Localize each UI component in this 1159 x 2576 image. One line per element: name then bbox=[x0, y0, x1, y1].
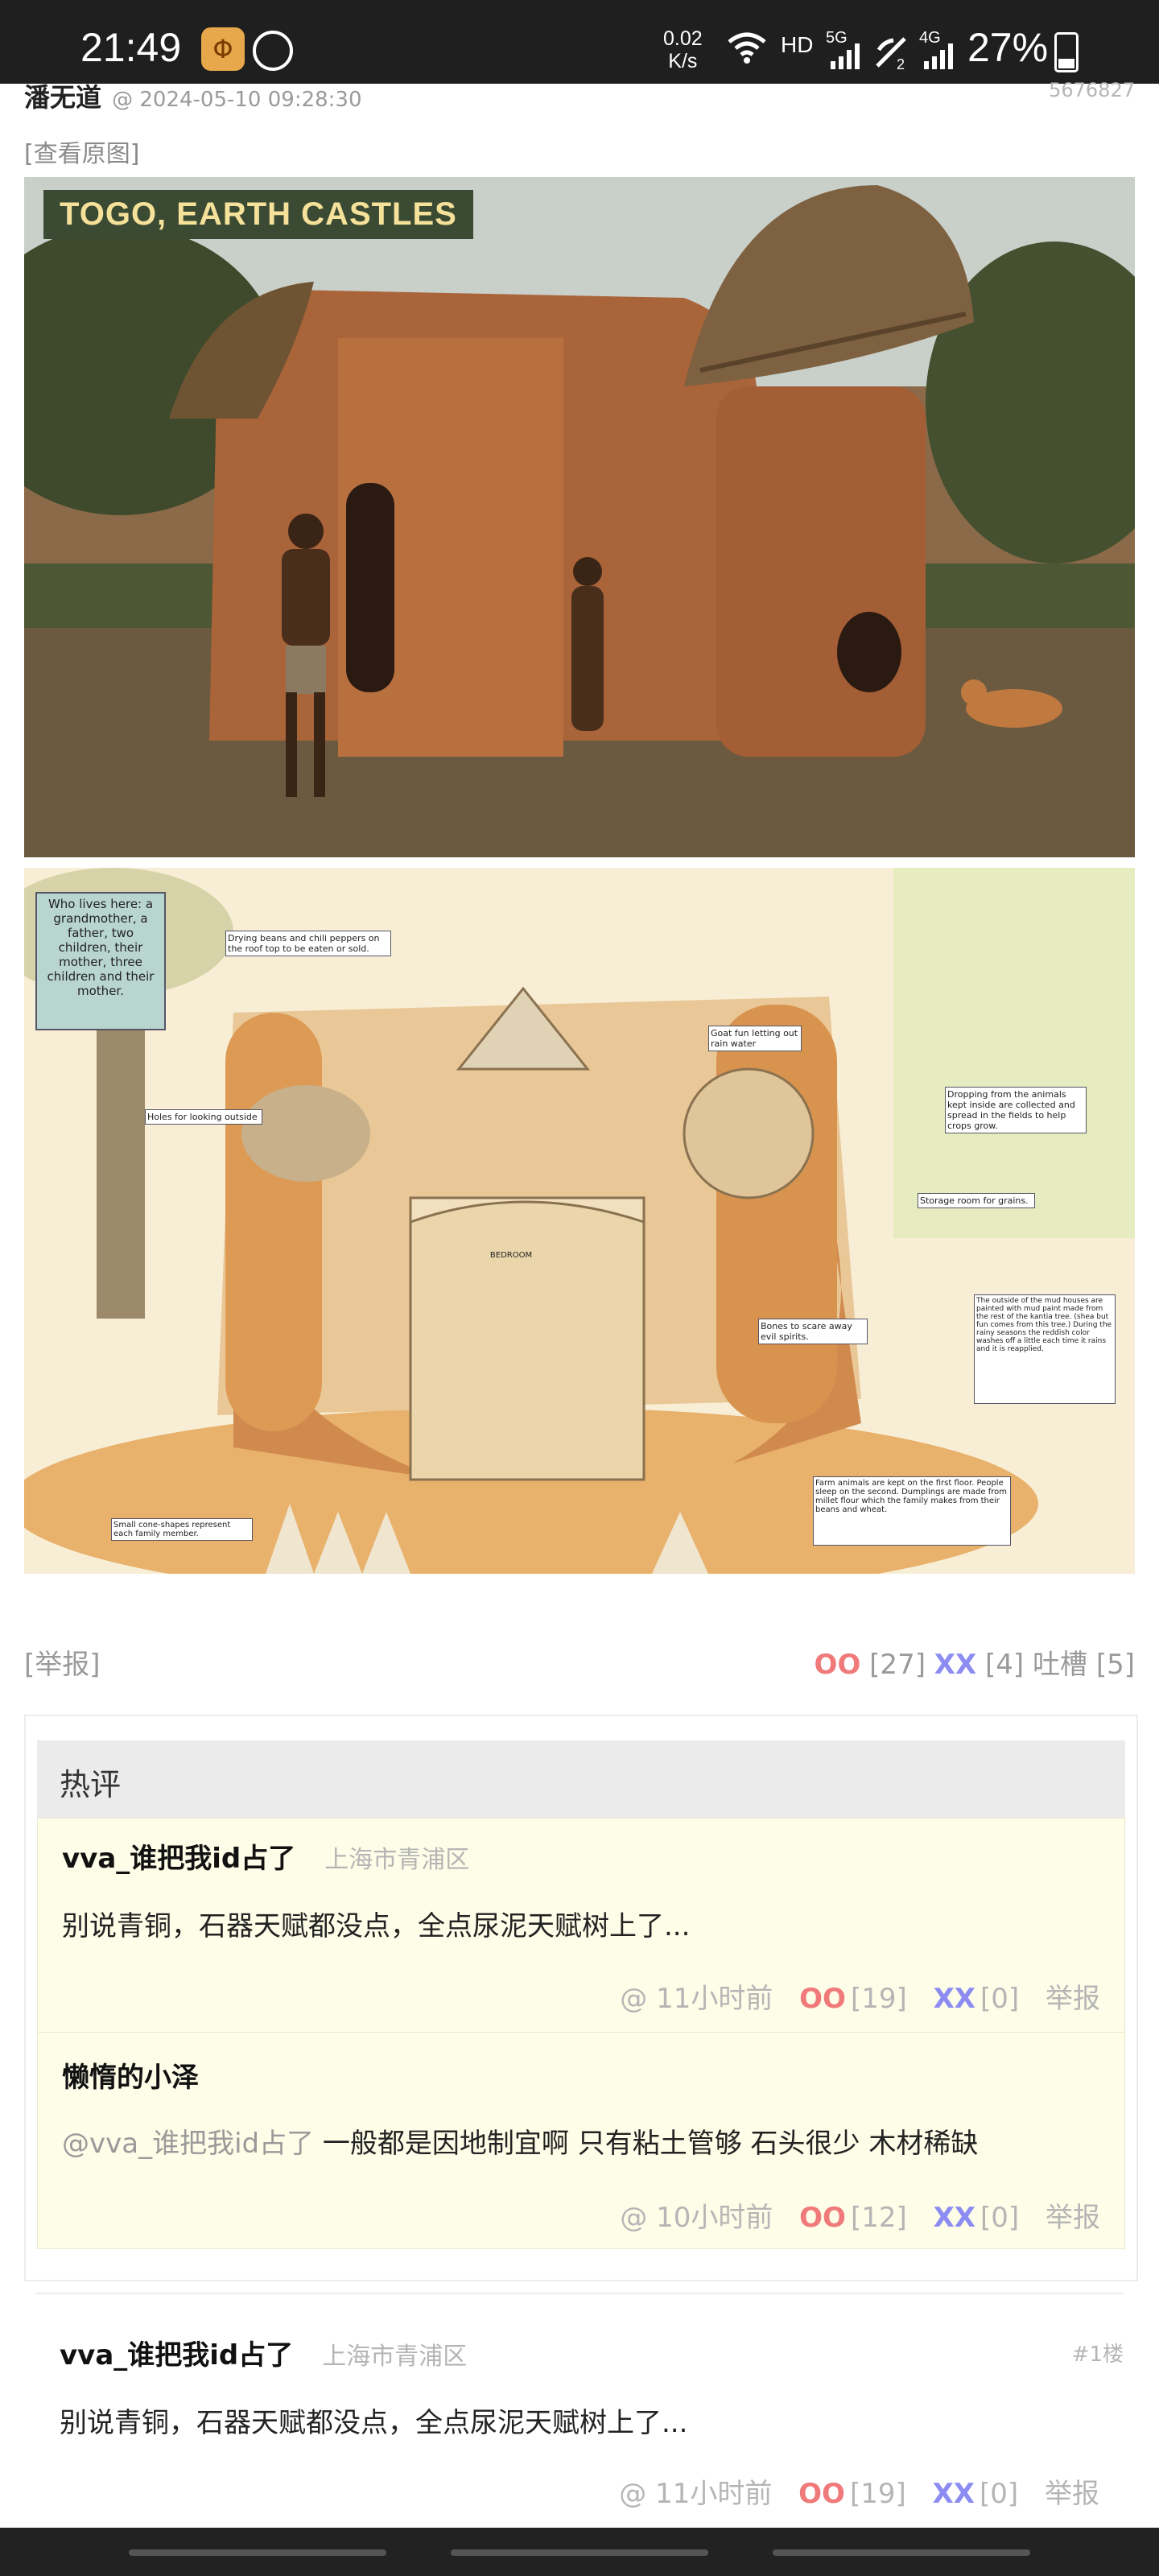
oo-count: [19] bbox=[849, 2478, 906, 2510]
comment-author[interactable]: 懒惰的小泽 bbox=[62, 2055, 199, 2095]
status-bar: 21:49 Φ 0.02 K/s HD 5G 2 4G 27% bbox=[0, 0, 1159, 84]
view-original-link[interactable]: [查看原图] bbox=[24, 134, 139, 169]
comment-text: 一般都是因地制宜啊 只有粘土管够 石头很少 木材稀缺 bbox=[322, 2128, 979, 2160]
report-link[interactable]: [举报] bbox=[24, 1642, 101, 1682]
status-time: 21:49 bbox=[80, 25, 182, 70]
comment-time: @ 11小时前 bbox=[620, 1983, 773, 2015]
oo-count: [27] bbox=[869, 1649, 926, 1681]
network-speed: 0.02 K/s bbox=[663, 27, 703, 72]
comment-location: 上海市青浦区 bbox=[322, 2343, 468, 2371]
castle-cutaway-illustration bbox=[24, 868, 1135, 1574]
note-farm: Farm animals are kept on the first floor… bbox=[813, 1476, 1011, 1546]
xx-button[interactable]: XX bbox=[933, 2478, 975, 2510]
hot-comments-box: 热评 vva_谁把我id占了 上海市青浦区 别说青铜，石器天赋都没点，全点尿泥天赋… bbox=[24, 1715, 1138, 2281]
tucao-count: [5] bbox=[1095, 1649, 1135, 1681]
photo-caption-label: TOGO, EARTH CASTLES bbox=[43, 190, 473, 239]
oo-button[interactable]: OO bbox=[798, 2478, 845, 2510]
post-id: 5676827 bbox=[1049, 79, 1135, 101]
nav-recents-button[interactable] bbox=[129, 2549, 386, 2556]
note-drying: Drying beans and chili peppers on the ro… bbox=[225, 931, 391, 956]
steering-wheel-icon bbox=[253, 31, 293, 71]
oo-count: [12] bbox=[850, 2202, 907, 2234]
comment: vva_谁把我id占了 上海市青浦区 #1楼 别说青铜，石器天赋都没点，全点尿泥天… bbox=[35, 2318, 1124, 2512]
post-illustration[interactable]: Who lives here: a grandmother, a father,… bbox=[24, 868, 1135, 1574]
wifi-icon bbox=[728, 32, 766, 64]
hot-comments-title: 热评 bbox=[60, 1767, 122, 1802]
post-action-row: [举报] OO [27] XX [4] 吐槽 [5] bbox=[24, 1642, 1135, 1682]
comment-text: 别说青铜，石器天赋都没点，全点尿泥天赋树上了... bbox=[60, 2407, 688, 2439]
comment-time: @ 11小时前 bbox=[619, 2478, 773, 2510]
post-header: 潘无道 @ 2024-05-10 09:28:30 5676827 bbox=[24, 77, 1135, 114]
section-divider bbox=[35, 2293, 1124, 2294]
comment-location: 上海市青浦区 bbox=[324, 1846, 470, 1874]
signal-4g-icon bbox=[924, 43, 953, 69]
oo-count: [19] bbox=[850, 1983, 907, 2015]
nav-home-button[interactable] bbox=[451, 2549, 708, 2556]
hot-comment: 懒惰的小泽 @vva_谁把我id占了 一般都是因地制宜啊 只有粘土管够 石头很少… bbox=[37, 2032, 1125, 2249]
comment-meta: @ 10小时前 OO [12] XX [0] 举报 bbox=[615, 2195, 1100, 2235]
svg-text:2: 2 bbox=[897, 56, 905, 71]
comment-meta: @ 11小时前 OO [19] XX [0] 举报 bbox=[614, 2471, 1099, 2511]
post-author[interactable]: 潘无道 bbox=[24, 82, 101, 113]
report-button[interactable]: 举报 bbox=[1045, 2478, 1099, 2510]
xx-count: [4] bbox=[985, 1649, 1025, 1681]
oo-button[interactable]: OO bbox=[799, 2202, 846, 2234]
oo-button[interactable]: OO bbox=[815, 1649, 861, 1681]
note-bones: Bones to scare away evil spirits. bbox=[758, 1319, 868, 1344]
post-photo[interactable]: TOGO, EARTH CASTLES bbox=[24, 177, 1135, 857]
signal-5g-icon bbox=[831, 43, 860, 69]
report-button[interactable]: 举报 bbox=[1046, 1983, 1100, 2015]
note-outside: The outside of the mud houses are painte… bbox=[974, 1294, 1116, 1404]
note-holes: Holes for looking outside bbox=[145, 1109, 262, 1125]
comment-time: @ 10小时前 bbox=[620, 2202, 773, 2234]
report-button[interactable]: 举报 bbox=[1046, 2202, 1100, 2234]
oo-button[interactable]: OO bbox=[799, 1983, 846, 2015]
comment-text: 别说青铜，石器天赋都没点，全点尿泥天赋树上了... bbox=[62, 1910, 691, 1942]
post-timestamp: @ 2024-05-10 09:28:30 bbox=[112, 88, 362, 112]
xx-button[interactable]: XX bbox=[934, 2202, 975, 2234]
floor-number: #1楼 bbox=[1071, 2343, 1124, 2367]
earth-castle-photo bbox=[24, 177, 1135, 857]
comment-author-line: vva_谁把我id占了 上海市青浦区 bbox=[62, 1836, 469, 1876]
comment-author[interactable]: vva_谁把我id占了 bbox=[62, 1843, 295, 1875]
app-notification-icon: Φ bbox=[201, 27, 245, 71]
note-bedroom: BEDROOM bbox=[489, 1251, 533, 1260]
hd-indicator: HD bbox=[781, 32, 814, 57]
xx-count: [0] bbox=[980, 2478, 1019, 2510]
no-signal-icon: 2 bbox=[876, 37, 906, 71]
xx-count: [0] bbox=[980, 2202, 1020, 2234]
nav-back-button[interactable] bbox=[773, 2549, 1030, 2556]
comment-meta: @ 11小时前 OO [19] XX [0] 举报 bbox=[615, 1976, 1100, 2016]
xx-count: [0] bbox=[980, 1983, 1020, 2015]
comment-author-line: vva_谁把我id占了 上海市青浦区 bbox=[60, 2333, 467, 2372]
hot-comment: vva_谁把我id占了 上海市青浦区 别说青铜，石器天赋都没点，全点尿泥天赋树上了… bbox=[37, 1818, 1125, 2033]
tucao-button[interactable]: 吐槽 bbox=[1033, 1649, 1087, 1681]
note-family: Who lives here: a grandmother, a father,… bbox=[35, 892, 166, 1030]
vote-bar: OO [27] XX [4] 吐槽 [5] bbox=[815, 1642, 1135, 1682]
note-goat: Goat fun letting out rain water bbox=[708, 1026, 802, 1051]
comment-author[interactable]: vva_谁把我id占了 bbox=[60, 2339, 293, 2372]
note-small: Small cone-shapes represent each family … bbox=[111, 1518, 253, 1541]
system-nav-bar bbox=[0, 2528, 1159, 2576]
battery-icon bbox=[1054, 32, 1079, 72]
comment-text-line: @vva_谁把我id占了 一般都是因地制宜啊 只有粘土管够 石头很少 木材稀缺 bbox=[62, 2121, 978, 2161]
battery-level bbox=[1058, 59, 1074, 68]
note-dropping: Dropping from the animals kept inside ar… bbox=[945, 1087, 1087, 1133]
xx-button[interactable]: XX bbox=[934, 1649, 976, 1681]
comment-mention[interactable]: @vva_谁把我id占了 bbox=[62, 2128, 314, 2160]
battery-percent: 27% bbox=[967, 25, 1049, 70]
hot-comments-header: 热评 bbox=[37, 1740, 1125, 1818]
note-storage: Storage room for grains. bbox=[918, 1193, 1035, 1208]
xx-button[interactable]: XX bbox=[934, 1983, 975, 2015]
